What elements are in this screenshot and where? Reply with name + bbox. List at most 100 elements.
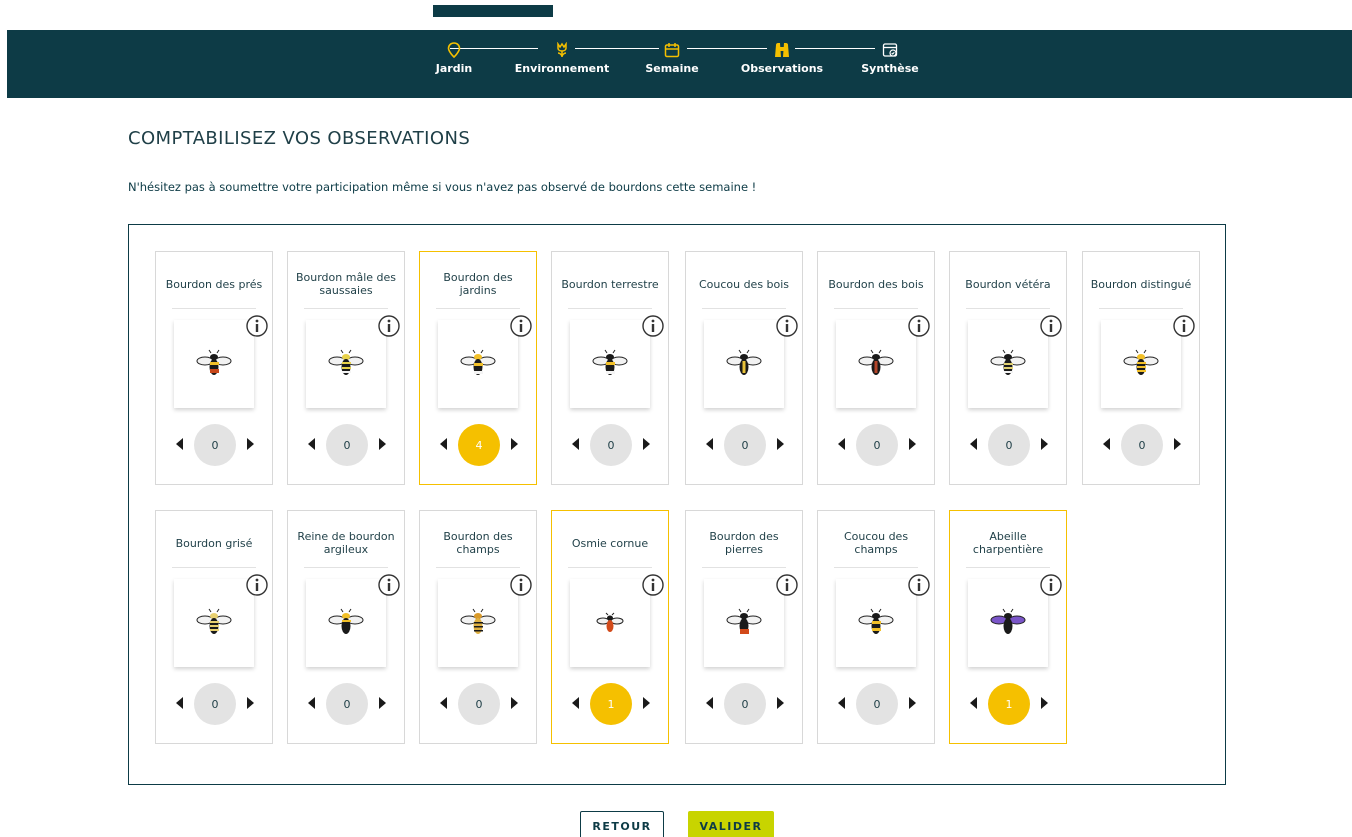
info-icon[interactable] xyxy=(907,314,931,338)
species-card[interactable]: Bourdon grisé 0 xyxy=(155,510,273,744)
species-image-frame xyxy=(174,320,254,408)
species-card[interactable]: Bourdon des bois 0 xyxy=(817,251,935,485)
step-environnement[interactable]: Environnement xyxy=(507,42,617,75)
info-icon[interactable] xyxy=(377,314,401,338)
bee-illustration xyxy=(726,608,762,634)
increment-arrow-icon[interactable] xyxy=(379,438,386,450)
species-card[interactable]: Bourdon des prés 0 xyxy=(155,251,273,485)
decrement-arrow-icon[interactable] xyxy=(1103,438,1110,450)
species-image-frame xyxy=(570,579,650,667)
count-badge: 0 xyxy=(194,683,236,725)
increment-arrow-icon[interactable] xyxy=(1041,438,1048,450)
species-card[interactable]: Bourdon terrestre 0 xyxy=(551,251,669,485)
info-icon[interactable] xyxy=(1172,314,1196,338)
step-label: Synthèse xyxy=(861,62,919,75)
species-name: Coucou des champs xyxy=(843,530,909,556)
card-divider xyxy=(834,308,918,309)
step-jardin[interactable]: Jardin xyxy=(399,42,509,75)
decrement-arrow-icon[interactable] xyxy=(176,438,183,450)
species-image-frame xyxy=(306,320,386,408)
info-icon[interactable] xyxy=(907,573,931,597)
increment-arrow-icon[interactable] xyxy=(777,697,784,709)
info-icon[interactable] xyxy=(245,314,269,338)
count-badge: 1 xyxy=(590,683,632,725)
species-card[interactable]: Bourdon distingué 0 xyxy=(1082,251,1200,485)
decrement-arrow-icon[interactable] xyxy=(308,438,315,450)
info-icon[interactable] xyxy=(377,573,401,597)
count-badge: 0 xyxy=(856,424,898,466)
card-divider xyxy=(834,567,918,568)
species-card[interactable]: Bourdon des jardins 4 xyxy=(419,251,537,485)
increment-arrow-icon[interactable] xyxy=(909,438,916,450)
species-name: Bourdon des pierres xyxy=(709,530,779,556)
species-card[interactable]: Bourdon mâle des saussaies 0 xyxy=(287,251,405,485)
info-icon[interactable] xyxy=(509,573,533,597)
decrement-arrow-icon[interactable] xyxy=(970,438,977,450)
step-observations[interactable]: Observations xyxy=(727,42,837,75)
increment-arrow-icon[interactable] xyxy=(1174,438,1181,450)
increment-arrow-icon[interactable] xyxy=(247,697,254,709)
info-icon[interactable] xyxy=(775,314,799,338)
decrement-arrow-icon[interactable] xyxy=(176,697,183,709)
step-synthese[interactable]: Synthèse xyxy=(835,42,945,75)
back-button[interactable]: RETOUR xyxy=(580,811,664,837)
species-name: Bourdon vétéra xyxy=(965,277,1051,291)
count-badge: 0 xyxy=(326,683,368,725)
species-name: Bourdon des bois xyxy=(828,277,924,291)
species-card[interactable]: Abeille charpentière 1 xyxy=(949,510,1067,744)
bee-illustration xyxy=(990,349,1026,375)
count-badge: 0 xyxy=(724,424,766,466)
species-image-frame xyxy=(968,320,1048,408)
increment-arrow-icon[interactable] xyxy=(643,697,650,709)
species-image-frame xyxy=(836,579,916,667)
decrement-arrow-icon[interactable] xyxy=(838,438,845,450)
species-card[interactable]: Bourdon des champs 0 xyxy=(419,510,537,744)
species-card[interactable]: Coucou des bois 0 xyxy=(685,251,803,485)
decrement-arrow-icon[interactable] xyxy=(308,697,315,709)
species-image-frame xyxy=(570,320,650,408)
info-icon[interactable] xyxy=(509,314,533,338)
species-image-frame xyxy=(438,320,518,408)
info-icon[interactable] xyxy=(641,573,665,597)
count-badge: 0 xyxy=(856,683,898,725)
submit-button[interactable]: VALIDER xyxy=(688,811,774,837)
increment-arrow-icon[interactable] xyxy=(777,438,784,450)
increment-arrow-icon[interactable] xyxy=(1041,697,1048,709)
species-card[interactable]: Reine de bourdon argileux 0 xyxy=(287,510,405,744)
info-icon[interactable] xyxy=(775,573,799,597)
increment-arrow-icon[interactable] xyxy=(511,697,518,709)
step-label: Environnement xyxy=(514,62,610,75)
decrement-arrow-icon[interactable] xyxy=(706,438,713,450)
species-card[interactable]: Bourdon des pierres 0 xyxy=(685,510,803,744)
decrement-arrow-icon[interactable] xyxy=(572,438,579,450)
decrement-arrow-icon[interactable] xyxy=(706,697,713,709)
info-icon[interactable] xyxy=(641,314,665,338)
decrement-arrow-icon[interactable] xyxy=(838,697,845,709)
species-name: Bourdon des champs xyxy=(443,530,513,556)
count-badge: 0 xyxy=(194,424,236,466)
count-badge: 0 xyxy=(326,424,368,466)
species-card[interactable]: Bourdon vétéra 0 xyxy=(949,251,1067,485)
species-image-frame xyxy=(306,579,386,667)
decrement-arrow-icon[interactable] xyxy=(970,697,977,709)
increment-arrow-icon[interactable] xyxy=(511,438,518,450)
species-card[interactable]: Osmie cornue 1 xyxy=(551,510,669,744)
count-badge: 4 xyxy=(458,424,500,466)
decrement-arrow-icon[interactable] xyxy=(440,697,447,709)
species-name: Coucou des bois xyxy=(698,277,790,291)
bee-illustration xyxy=(592,349,628,375)
decrement-arrow-icon[interactable] xyxy=(572,697,579,709)
info-icon[interactable] xyxy=(1039,314,1063,338)
card-divider xyxy=(568,567,652,568)
species-card[interactable]: Coucou des champs 0 xyxy=(817,510,935,744)
step-label: Jardin xyxy=(435,62,473,75)
increment-arrow-icon[interactable] xyxy=(643,438,650,450)
increment-arrow-icon[interactable] xyxy=(247,438,254,450)
info-icon[interactable] xyxy=(1039,573,1063,597)
flower-icon xyxy=(557,42,567,58)
increment-arrow-icon[interactable] xyxy=(379,697,386,709)
increment-arrow-icon[interactable] xyxy=(909,697,916,709)
info-icon[interactable] xyxy=(245,573,269,597)
step-semaine[interactable]: Semaine xyxy=(617,42,727,75)
decrement-arrow-icon[interactable] xyxy=(440,438,447,450)
